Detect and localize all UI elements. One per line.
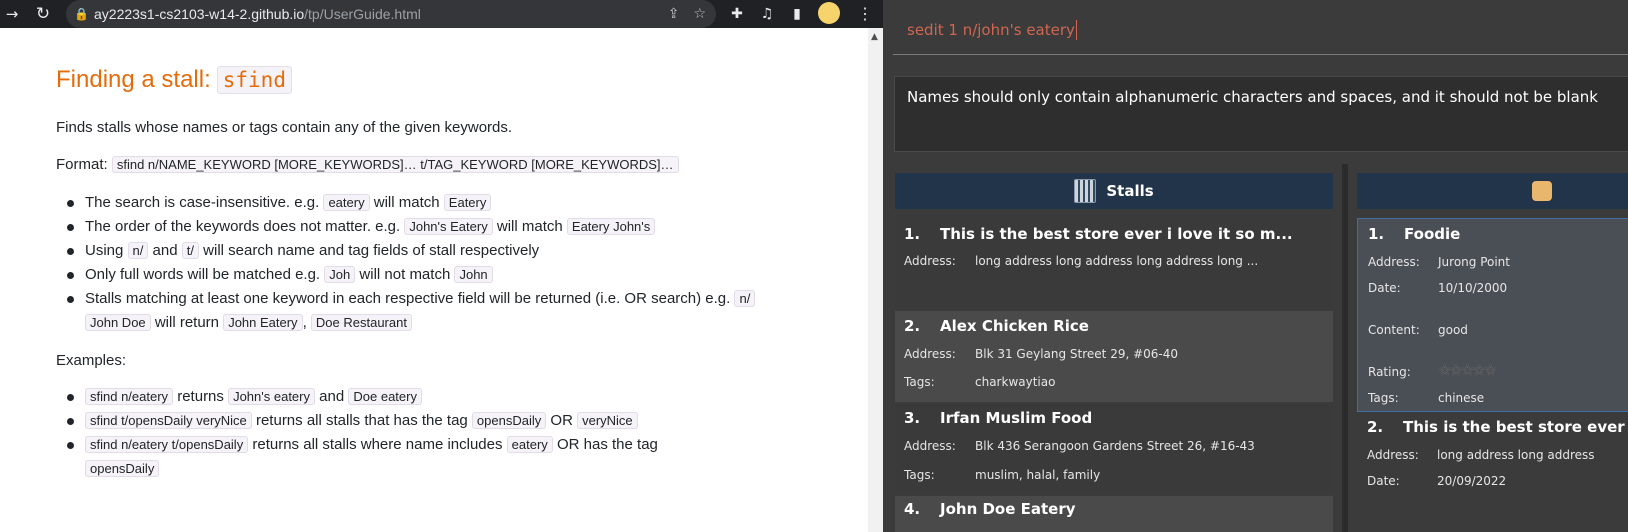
heading-command-code: sfind (216, 66, 292, 94)
menu-icon[interactable]: ⋮ (857, 0, 873, 28)
stall-address: Blk 436 Serangoon Gardens Street 26, #16… (975, 439, 1255, 453)
profile-avatar-icon[interactable] (818, 2, 840, 24)
app-window: sedit 1 n/john's eatery Names should onl… (883, 0, 1628, 532)
stall-address: Blk 31 Geylang Street 29, #06-40 (975, 347, 1179, 361)
url-path: /tp/UserGuide.html (304, 6, 421, 22)
bullet-dot (67, 442, 74, 449)
bullet-prefixes: Using n/ and t/ will search name and tag… (85, 242, 540, 259)
sidebar-icon[interactable]: ▮ (786, 0, 808, 28)
stall-name: John Doe Eatery (940, 500, 1076, 518)
review-card[interactable]: 1. Foodie Address: Jurong Point Date: 10/… (1357, 218, 1628, 412)
thumbs-up-icon (1532, 181, 1552, 201)
scroll-up-arrow-icon[interactable]: ▲ (871, 32, 878, 42)
bullet-dot (67, 418, 74, 425)
stall-address: long address long address long address l… (975, 254, 1259, 268)
stalls-panel-header: Stalls (895, 173, 1333, 209)
stall-card[interactable]: 1. This is the best store ever i love it … (895, 217, 1333, 307)
review-tags: chinese (1438, 391, 1485, 405)
share-icon[interactable]: ⇪ (668, 6, 680, 22)
stall-card[interactable]: 2. Alex Chicken Rice Address: Blk 31 Geyl… (895, 311, 1333, 402)
stall-store-icon (1074, 179, 1097, 203)
review-name: This is the best store ever (1403, 418, 1625, 436)
review-card[interactable]: 2. This is the best store ever Address: l… (1357, 414, 1628, 532)
stalls-title: Stalls (1106, 182, 1154, 200)
example-sfind-both-cont: opensDaily (85, 460, 160, 477)
bullet-case-insensitive: The search is case-insensitive. e.g. eat… (85, 194, 492, 211)
stall-tags: muslim, halal, family (975, 468, 1101, 482)
panel-divider[interactable] (1342, 164, 1348, 532)
review-address: Jurong Point (1438, 255, 1510, 269)
reload-icon[interactable]: ↻ (32, 0, 54, 28)
review-date: 20/09/2022 (1437, 474, 1507, 488)
stall-name: Alex Chicken Rice (940, 317, 1089, 335)
stall-card[interactable]: 3. Irfan Muslim Food Address: Blk 436 Ser… (895, 404, 1333, 492)
example-sfind-tag: sfind t/opensDaily veryNice returns all … (85, 412, 638, 429)
stall-name: Irfan Muslim Food (940, 409, 1093, 427)
stall-tags: charkwaytiao (975, 375, 1056, 389)
review-content: good (1438, 323, 1468, 337)
command-input[interactable]: sedit 1 n/john's eatery (893, 6, 1628, 55)
bullet-dot (67, 296, 74, 303)
url-host: ay2223s1-cs2103-w14-2.github.io (94, 6, 305, 22)
review-name: Foodie (1404, 225, 1461, 243)
browser-toolbar: → ↻ 🔒 ay2223s1-cs2103-w14-2.github.io /t… (0, 0, 883, 28)
extensions-icon[interactable]: ✚ (726, 0, 748, 28)
result-message: Names should only contain alphanumeric c… (907, 88, 1598, 106)
command-input-text: sedit 1 n/john's eatery (907, 21, 1075, 39)
command-description: Finds stalls whose names or tags contain… (56, 119, 513, 136)
bullet-dot (67, 200, 74, 207)
stall-card[interactable]: 4. John Doe Eatery (895, 496, 1333, 532)
lock-icon: 🔒 (74, 7, 89, 21)
bullet-dot (67, 224, 74, 231)
reviews-panel-header (1357, 173, 1628, 209)
page-scrollbar[interactable] (868, 28, 883, 532)
text-caret (1075, 20, 1077, 40)
review-date: 10/10/2000 (1438, 281, 1508, 295)
bullet-dot (67, 394, 74, 401)
bullet-or-search-cont: John Doe will return John Eatery, Doe Re… (85, 314, 412, 331)
forward-arrow-icon[interactable]: → (2, 0, 22, 28)
media-control-icon[interactable]: ♫ (756, 0, 778, 28)
review-address: long address long address (1437, 448, 1595, 462)
result-display[interactable]: Names should only contain alphanumeric c… (894, 76, 1628, 152)
address-bar[interactable]: 🔒 ay2223s1-cs2103-w14-2.github.io /tp/Us… (66, 0, 716, 28)
bullet-dot (67, 272, 74, 279)
example-sfind-both: sfind n/eatery t/opensDaily returns all … (85, 436, 658, 453)
bullet-dot (67, 248, 74, 255)
bullet-full-words: Only full words will be matched e.g. Joh… (85, 266, 493, 283)
user-guide-page: Finding a stall: sfind Finds stalls whos… (0, 28, 868, 532)
format-line: Format: sfind n/NAME_KEYWORD [MORE_KEYWO… (56, 156, 679, 173)
star-icon[interactable]: ☆ (693, 6, 706, 22)
bullet-keyword-order: The order of the keywords does not matte… (85, 218, 656, 235)
stall-name: This is the best store ever i love it so… (940, 225, 1293, 243)
rating-stars-icon: ☆☆☆☆☆ (1438, 361, 1497, 379)
examples-label: Examples: (56, 352, 127, 369)
bullet-or-search: Stalls matching at least one keyword in … (85, 290, 756, 307)
format-code: sfind n/NAME_KEYWORD [MORE_KEYWORDS]… t/… (111, 156, 679, 173)
example-sfind-name: sfind n/eatery returns John's eatery and… (85, 388, 422, 405)
section-heading: Finding a stall: sfind (56, 66, 292, 94)
